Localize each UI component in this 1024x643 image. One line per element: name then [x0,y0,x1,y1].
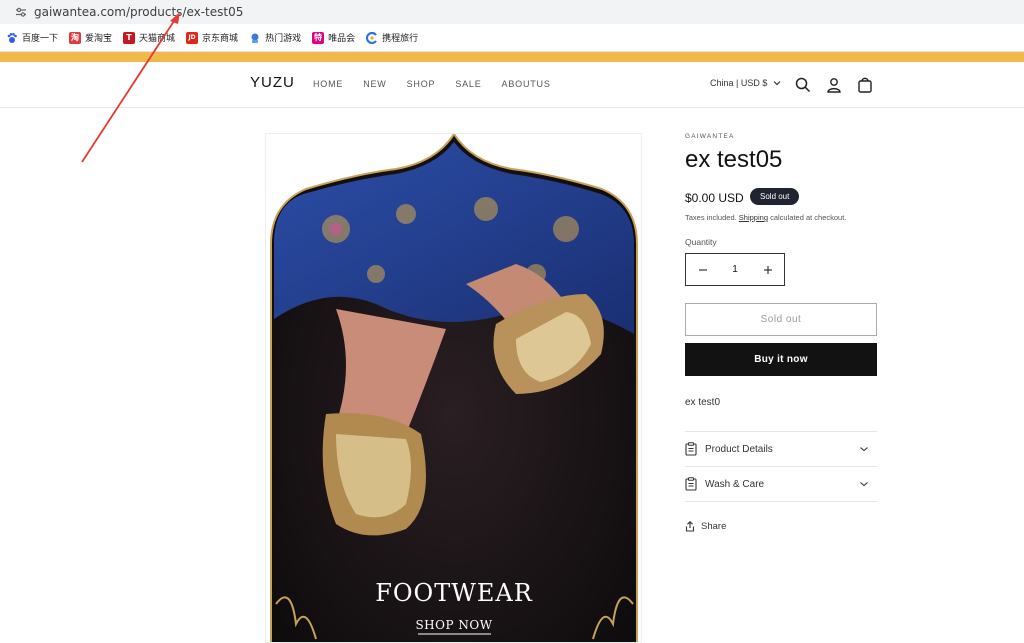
product-price: $0.00 USD [685,191,744,205]
bookmark-label: 唯品会 [328,34,356,44]
nav-aboutus[interactable]: ABOUTUS [502,79,551,89]
quantity-input[interactable]: 1 [719,264,751,275]
bookmark-label: 京东商城 [202,34,239,44]
accordion-wash-care[interactable]: Wash & Care [685,466,877,501]
chevron-down-icon [860,447,868,452]
increase-quantity-button[interactable] [751,254,784,285]
announcement-bar [0,52,1024,62]
share-label: Share [701,521,727,532]
bookmark-label: 热门游戏 [265,34,302,44]
product-image[interactable]: FOOTWEAR SHOP NOW [265,133,642,643]
bookmark-label: 百度一下 [22,34,59,44]
main-nav: HOME NEW SHOP SALE ABOUTUS [313,79,571,89]
buy-it-now-button[interactable]: Buy it now [685,343,877,376]
footwear-banner-image: FOOTWEAR SHOP NOW [266,134,641,642]
sold-out-button[interactable]: Sold out [685,303,877,336]
bookmark-aitaobao[interactable]: 淘 爱淘宝 [69,31,112,44]
bookmark-jd[interactable]: JD 京东商城 [186,31,238,44]
tax-prefix: Taxes included. [685,213,737,222]
share-button[interactable]: Share [685,521,726,532]
store-logo[interactable]: YUZU [250,74,295,91]
bookmark-games[interactable]: 热门游戏 [249,31,301,44]
product-description: ex test0 [685,397,721,408]
banner-cta: SHOP NOW [415,618,492,632]
store-header: YUZU HOME NEW SHOP SALE ABOUTUS China | … [0,62,1024,108]
bookmark-ctrip[interactable]: 携程旅行 [366,31,418,44]
game-icon [249,32,261,44]
bookmark-label: 爱淘宝 [85,34,113,44]
nav-shop[interactable]: SHOP [407,79,436,89]
locale-label: China | USD $ [710,78,768,88]
sold-out-badge: Sold out [750,188,800,205]
accordion-label: Product Details [705,443,773,455]
clipboard-icon [685,477,697,491]
bookmark-vip[interactable]: 特 唯品会 [312,31,355,44]
quantity-stepper: 1 [685,253,785,286]
browser-url-bar[interactable]: gaiwantea.com/products/ex-test05 [0,0,1024,24]
chevron-down-icon [773,78,781,88]
bookmark-baidu[interactable]: 百度一下 [6,31,58,44]
aitaobao-icon: 淘 [69,31,82,44]
site-settings-icon[interactable] [14,5,28,19]
tmall-icon: T [123,31,136,44]
cart-icon[interactable] [856,76,874,94]
banner-headline: FOOTWEAR [375,579,533,607]
accordion-product-details[interactable]: Product Details [685,431,877,466]
chevron-down-icon [860,482,868,487]
accordion-divider [685,501,877,502]
country-currency-selector[interactable]: China | USD $ [710,78,781,88]
nav-home[interactable]: HOME [313,79,343,89]
decrease-quantity-button[interactable] [686,254,719,285]
plus-icon [763,265,772,274]
accordion-label: Wash & Care [705,478,765,490]
nav-new[interactable]: NEW [363,79,386,89]
ctrip-icon [366,31,378,44]
clipboard-icon [685,442,697,456]
product-vendor: GAIWANTEA [685,133,735,140]
share-icon [685,521,695,532]
bookmark-label: 天猫商城 [139,34,176,44]
bookmark-label: 携程旅行 [382,34,419,44]
search-icon[interactable] [794,76,812,94]
minus-icon [698,268,707,271]
url-text[interactable]: gaiwantea.com/products/ex-test05 [34,5,243,19]
bookmarks-bar: 百度一下 淘 爱淘宝 T 天猫商城 JD 京东商城 热门游戏 特 唯品会 携程旅… [0,24,1024,52]
jd-icon: JD [186,31,199,44]
account-icon[interactable] [825,76,843,94]
tax-note: Taxes included. Shipping calculated at c… [685,213,846,222]
quantity-label: Quantity [685,237,717,247]
nav-sale[interactable]: SALE [455,79,481,89]
bookmark-tmall[interactable]: T 天猫商城 [123,31,175,44]
shipping-link[interactable]: Shipping [739,213,768,222]
vip-icon: 特 [312,31,325,44]
product-title: ex test05 [685,146,783,173]
tax-suffix: calculated at checkout. [770,213,847,222]
baidu-paw-icon [6,32,18,44]
